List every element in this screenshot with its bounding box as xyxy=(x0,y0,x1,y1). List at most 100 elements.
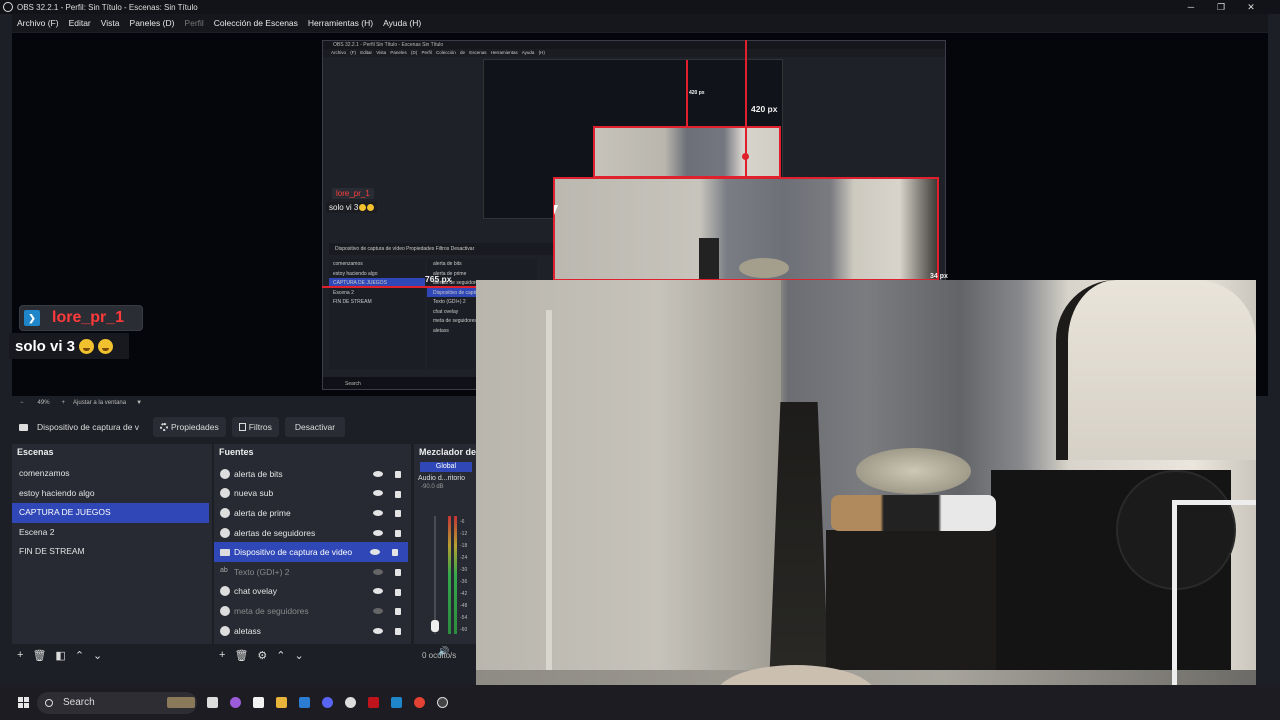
minimize-button[interactable]: ─ xyxy=(1176,0,1206,14)
eye-icon[interactable] xyxy=(373,490,383,497)
close-button[interactable]: ✕ xyxy=(1236,0,1266,14)
scene-item[interactable]: Escena 2 xyxy=(12,523,212,543)
source-item[interactable]: alertas de seguidores xyxy=(214,523,411,543)
filters-button[interactable]: Filtros xyxy=(231,417,279,437)
move-down-button[interactable]: ⌄ xyxy=(93,649,102,662)
mixer-level: -90.0 dB xyxy=(421,484,444,490)
copilot-icon[interactable] xyxy=(230,697,241,708)
menu-editar[interactable]: Editar xyxy=(64,18,96,28)
lock-icon[interactable] xyxy=(395,608,401,616)
scene-item[interactable]: FIN DE STREAM xyxy=(12,542,212,562)
menu-ayuda[interactable]: Ayuda (H) xyxy=(378,18,426,28)
zoom-bar: − 49% + Ajustar a la ventana ▼ xyxy=(12,396,482,410)
menu-perfil[interactable]: Perfil xyxy=(179,18,208,28)
lock-icon[interactable] xyxy=(395,627,401,635)
menu-coleccion[interactable]: Colección de Escenas xyxy=(209,18,303,28)
menu-herramientas[interactable]: Herramientas (H) xyxy=(303,18,378,28)
nested-source-toolbar: Dispositivo de captura de vídeo Propieda… xyxy=(329,243,579,255)
mixer-panel: Global Audio d...ritorio -90.0 dB -6 -12-… xyxy=(414,460,478,656)
source-bounding-box[interactable] xyxy=(553,177,939,281)
source-properties-icon[interactable]: ⚙ xyxy=(257,649,267,662)
source-item[interactable]: meta de seguidores xyxy=(214,601,411,621)
laugh-emoji-icon xyxy=(79,338,95,354)
audio-meter-right xyxy=(454,516,457,634)
obs-taskbar-icon[interactable] xyxy=(437,697,448,708)
eye-hidden-icon[interactable] xyxy=(373,568,383,575)
move-up-button[interactable]: ⌃ xyxy=(75,649,84,662)
lock-icon[interactable] xyxy=(395,471,401,478)
source-item[interactable]: chat ovelay xyxy=(214,582,411,602)
source-item[interactable]: alerta de prime xyxy=(214,503,411,523)
remove-source-button[interactable]: 🗑 xyxy=(234,649,248,662)
eye-icon[interactable] xyxy=(373,588,383,595)
guide-label-top: 420 px xyxy=(751,104,778,114)
lock-icon[interactable] xyxy=(395,529,401,537)
volume-slider-handle[interactable] xyxy=(431,620,439,632)
chat-message-small: solo vi 3 xyxy=(326,202,378,213)
discord-icon[interactable] xyxy=(322,697,333,708)
lock-icon[interactable] xyxy=(395,568,401,576)
scene-item-selected[interactable]: CAPTURA DE JUEGOS xyxy=(12,503,209,523)
mixer-header: Mezclador de xyxy=(414,444,478,460)
eye-icon[interactable] xyxy=(370,549,380,556)
file-icon[interactable] xyxy=(253,697,264,708)
add-scene-button[interactable]: + xyxy=(17,649,23,661)
zoom-in-button[interactable]: + xyxy=(62,400,66,406)
widget-icon[interactable] xyxy=(167,697,195,708)
settings-icon[interactable] xyxy=(345,697,356,708)
transform-handle[interactable] xyxy=(742,153,749,160)
deactivate-button[interactable]: Desactivar xyxy=(284,417,346,437)
eye-icon[interactable] xyxy=(373,529,383,536)
scenes-list: comenzamos estoy haciendo algo CAPTURA D… xyxy=(12,460,212,644)
guide-label-left: 765 px xyxy=(425,274,452,284)
lock-icon[interactable] xyxy=(392,549,398,557)
eye-hidden-icon[interactable] xyxy=(373,607,383,614)
task-view-icon[interactable] xyxy=(207,697,218,708)
remove-scene-button[interactable]: 🗑 xyxy=(32,649,46,662)
move-down-button[interactable]: ⌄ xyxy=(295,649,304,662)
lock-icon[interactable] xyxy=(395,588,401,596)
chrome-icon[interactable] xyxy=(414,697,425,708)
chevron-down-icon[interactable]: ▼ xyxy=(136,400,142,406)
source-item-selected[interactable]: Dispositivo de captura de video xyxy=(214,542,408,562)
store-icon[interactable] xyxy=(391,697,402,708)
app-icon[interactable] xyxy=(368,697,379,708)
edge-icon[interactable] xyxy=(299,697,310,708)
scene-item[interactable]: estoy haciendo algo xyxy=(12,484,212,504)
menu-archivo[interactable]: Archivo (F) xyxy=(12,18,64,28)
windows-start-icon[interactable] xyxy=(18,697,29,708)
nested-title: OBS 32.2.1 - Perfil Sin Título - Escenas… xyxy=(323,41,945,49)
source-item[interactable]: ab Texto (GDI+) 2 xyxy=(214,562,411,582)
folder-icon[interactable] xyxy=(276,697,287,708)
scenes-header: Escenas xyxy=(12,444,212,460)
source-toolbar: Dispositivo de captura de v Propiedades … xyxy=(12,414,477,440)
add-source-button[interactable]: + xyxy=(219,649,225,661)
source-item[interactable]: nueva sub xyxy=(214,484,411,504)
menu-vista[interactable]: Vista xyxy=(96,18,125,28)
browser-icon xyxy=(220,468,230,479)
obs-logo-icon xyxy=(3,2,13,12)
volume-slider-track[interactable] xyxy=(434,516,436,634)
zoom-out-button[interactable]: − xyxy=(20,400,24,406)
lock-icon[interactable] xyxy=(395,510,401,518)
eye-icon[interactable] xyxy=(373,470,383,477)
menu-paneles[interactable]: Paneles (D) xyxy=(125,18,180,28)
scene-filters-button[interactable]: ◧ xyxy=(55,649,65,662)
move-up-button[interactable]: ⌃ xyxy=(276,649,285,662)
zoom-fit-select[interactable]: Ajustar a la ventana xyxy=(73,400,126,406)
nested-search-label: Search xyxy=(345,381,361,387)
chat-overlay: ❯ lore_pr_1 solo vi 3 xyxy=(9,305,143,359)
properties-button[interactable]: Propiedades xyxy=(153,417,226,437)
eye-icon[interactable] xyxy=(373,509,383,516)
source-item[interactable]: aletass xyxy=(214,621,411,641)
mixer-global-tab[interactable]: Global xyxy=(420,462,472,472)
eye-icon[interactable] xyxy=(373,627,383,634)
source-item[interactable]: alerta de bits xyxy=(214,464,411,484)
filter-icon xyxy=(238,423,246,431)
maximize-button[interactable]: ❐ xyxy=(1206,0,1236,14)
lock-icon[interactable] xyxy=(395,490,401,498)
nested-menu: Archivo (F) Editar Vista Paneles (D) Per… xyxy=(323,49,945,57)
taskbar: Search xyxy=(0,685,1280,720)
scene-item[interactable]: comenzamos xyxy=(12,464,212,484)
guide-label-right: 34 px xyxy=(930,273,948,280)
